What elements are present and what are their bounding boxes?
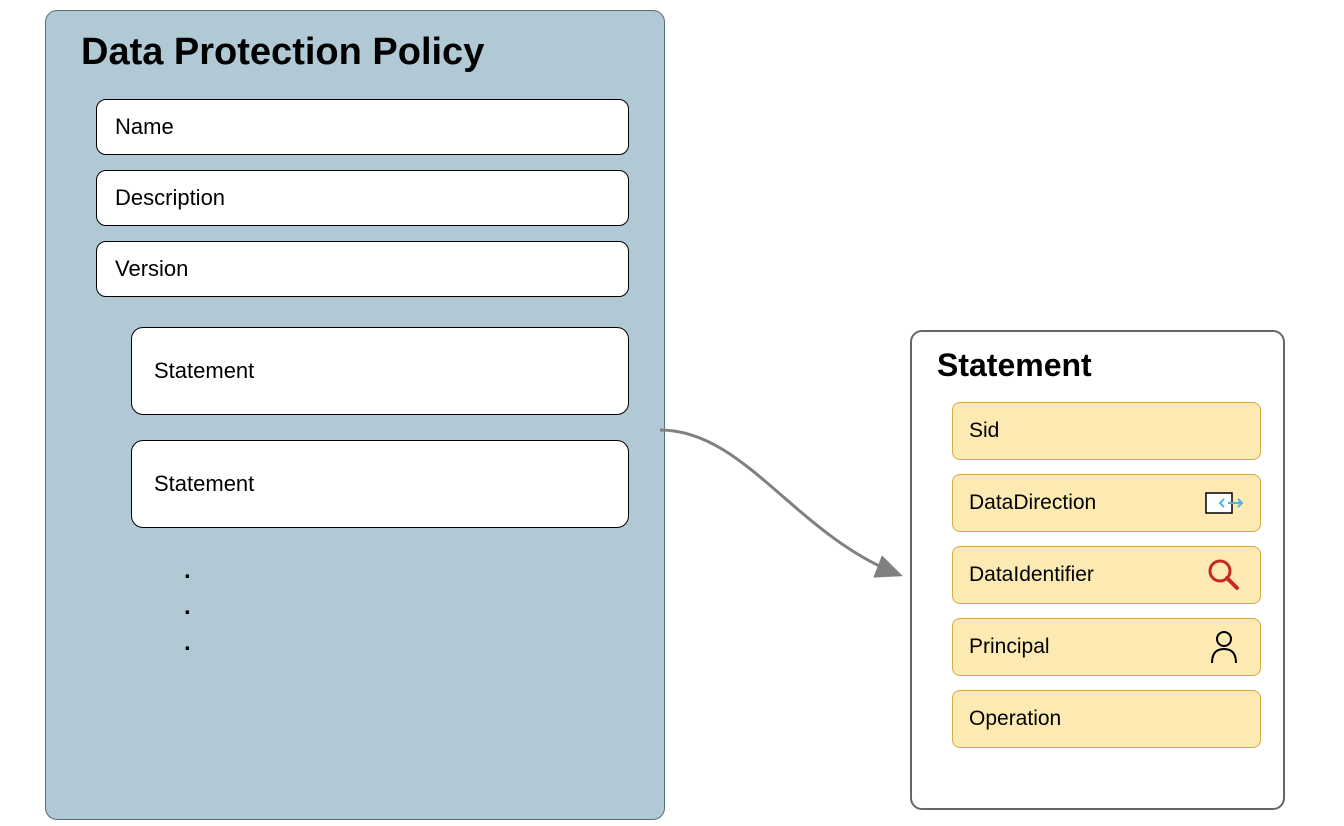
field-name: Name [96,99,629,155]
dot: . [184,553,634,589]
dot: . [184,625,634,661]
statement-field-label: Sid [969,419,999,443]
person-icon [1204,627,1244,667]
field-description: Description [96,170,629,226]
policy-title: Data Protection Policy [81,31,634,74]
ellipsis-dots: . . . [184,553,634,661]
statement-detail-container: Statement Sid DataDirection DataIdentifi… [910,330,1285,810]
policy-container: Data Protection Policy Name Description … [45,10,665,820]
field-version: Version [96,241,629,297]
statement-title: Statement [937,347,1263,384]
statement-field-dataidentifier: DataIdentifier [952,546,1261,604]
statement-field-label: DataDirection [969,491,1096,515]
statement-field-label: Operation [969,707,1061,731]
connector-arrow-icon [655,415,925,595]
statement-box-2: Statement [131,440,629,528]
data-direction-icon [1204,483,1244,523]
statement-field-label: Principal [969,635,1050,659]
statement-field-label: DataIdentifier [969,563,1094,587]
statement-box-1: Statement [131,327,629,415]
statement-field-operation: Operation [952,690,1261,748]
statement-field-principal: Principal [952,618,1261,676]
magnifier-icon [1204,555,1244,595]
statement-field-datadirection: DataDirection [952,474,1261,532]
dot: . [184,589,634,625]
statement-field-sid: Sid [952,402,1261,460]
